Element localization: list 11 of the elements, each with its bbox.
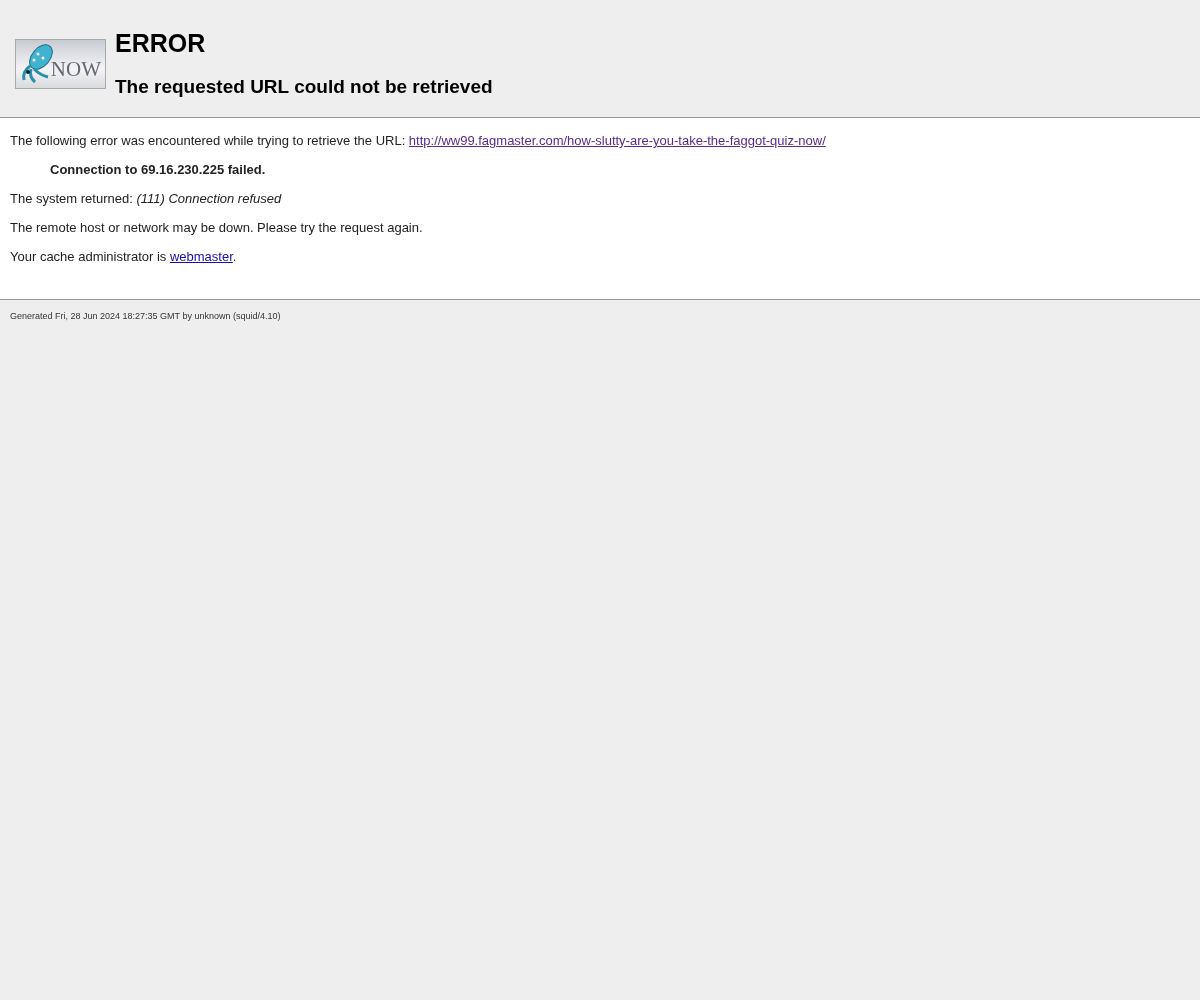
- system-message: The system returned: (111) Connection refused: [10, 190, 283, 207]
- advice-text: The remote host or network may be down. Please try the request again.: [10, 219, 424, 236]
- logo-text: NOW: [50, 57, 101, 82]
- error-message: The following error was encountered while trying to retrieve the URL: http://ww99.fagmaster.com/how-slutty-are-you-take-the-faggot-quiz-now/: [10, 132, 827, 149]
- webmaster-link[interactable]: webmaster: [169, 249, 233, 264]
- error-detail: Connection to 69.16.230.225 failed.: [50, 161, 267, 178]
- url-link[interactable]: http://ww99.fagmaster.com/how-slutty-are-you-take-the-faggot-quiz-now/: [408, 133, 826, 148]
- error-title: ERROR: [115, 29, 207, 58]
- footer-text: Generated Fri, 28 Jun 2024 18:27:35 GMT by unknown (squid/4.10): [9, 310, 282, 323]
- admin-text: Your cache administrator is webmaster.: [10, 248, 238, 265]
- error-subtitle: The requested URL could not be retrieved: [115, 76, 493, 98]
